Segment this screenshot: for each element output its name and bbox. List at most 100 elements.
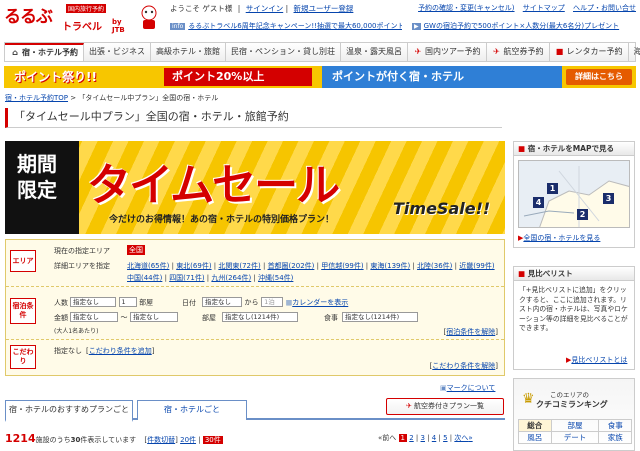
compare-title: ■ 見比べリスト (514, 267, 634, 281)
count-20-link[interactable]: 20件 (180, 436, 196, 444)
result-count: 1214施設のうち30件表示しています [件数切替] 20件 | 30件 (5, 432, 223, 445)
page-5[interactable]: 5 (443, 434, 447, 442)
help-link[interactable]: ヘルプ・お問い合せ (573, 4, 636, 12)
mark-about-link[interactable]: マークについて (447, 384, 496, 392)
area-kyushu[interactable]: 九州(264件) (211, 274, 251, 282)
area-chugoku[interactable]: 中国(44件) (127, 274, 162, 282)
area-shutoken[interactable]: 首都圏(202件) (268, 262, 315, 270)
promo-banner[interactable]: ポイント祭り!! ポイント20%以上 ポイントが付く宿・ホテル 詳細はこちら (4, 66, 636, 88)
per-adult-note: (大人1名あたり) (54, 328, 99, 335)
kodawari-add-link[interactable]: こだわり条件を追加 (89, 347, 152, 355)
header: るるぶ 国内旅行予約 トラベル by JTB ようこそ ゲスト様 | サインイン… (0, 0, 640, 40)
logo-text: るるぶ (4, 7, 53, 27)
rank-table: 総合 部屋 食事 風呂 デート 家族 (518, 419, 632, 444)
rank-room[interactable]: 部屋 (550, 419, 600, 432)
plane-icon: ✈ (405, 402, 412, 410)
area-shikoku[interactable]: 四国(71件) (169, 274, 204, 282)
info-link-2[interactable]: GWの宿泊予約で500ポイント×人数分(最大6名分)プレゼント (424, 22, 620, 30)
compare-text: 「+見比べリストに追加」をクリックすると、ここに追加されます。リスト内の宿・ホテ… (519, 286, 628, 332)
area-map[interactable]: 1 4 2 3 (518, 160, 630, 228)
area-tokai[interactable]: 東海(139件) (370, 262, 410, 270)
info-notice-2[interactable]: ▶ GWの宿泊予約で500ポイント×人数分(最大6名分)プレゼント (412, 21, 636, 33)
area-kinki[interactable]: 近畿(99件) (459, 262, 494, 270)
compare-about-link[interactable]: 見比べリストとは (571, 356, 627, 364)
breadcrumb-home[interactable]: 宿・ホテル予約TOP (5, 94, 68, 102)
tour-icon: ✈ (414, 47, 422, 56)
banner-detail-button[interactable]: 詳細はこちら (566, 69, 632, 85)
info-link-1[interactable]: るるぶトラベル6周年記念キャンペーン!!抽選で最大60,000ポイントなど (188, 22, 402, 30)
tab-by-hotel[interactable]: 宿・ホテルごと (137, 400, 247, 420)
info-badge: info (170, 23, 186, 30)
area-hokuriku[interactable]: 北陸(36件) (417, 262, 452, 270)
tab-by-plan[interactable]: 宿・ホテルのおすすめプランごと (5, 400, 133, 422)
clear-kodawari-link[interactable]: こだわり条件を解除 (432, 362, 495, 370)
meal-label: 食事 (324, 314, 338, 322)
area-okinawa[interactable]: 沖縄(54件) (258, 274, 293, 282)
meal-select[interactable]: 指定なし(1214件) (342, 312, 418, 322)
result-shown: 30 (70, 436, 81, 444)
room-select[interactable]: 指定なし(1214件) (222, 312, 298, 322)
next-link[interactable]: 次へ» (454, 434, 472, 442)
page-1: 1 (398, 434, 407, 442)
kodawari-current: 指定なし (54, 347, 82, 355)
tab-luxury[interactable]: 高級ホテル・旅館 (151, 43, 226, 61)
area-current-label: 現在の指定エリア (54, 247, 110, 255)
banner-points-hotels: ポイントが付く宿・ホテル (322, 66, 562, 88)
room-label: 部屋 (202, 314, 216, 322)
home-icon: ⌂ (12, 48, 18, 57)
area-tohoku[interactable]: 東北(69件) (176, 262, 211, 270)
map-icon: ■ (518, 144, 526, 153)
area-kitakanto[interactable]: 北関東(72件) (218, 262, 260, 270)
sitemap-link[interactable]: サイトマップ (523, 4, 565, 12)
result-total: 1214 (5, 432, 36, 445)
rank-bath[interactable]: 風呂 (518, 431, 552, 444)
area-label: エリア (10, 250, 36, 272)
info-notice-1[interactable]: info るるぶトラベル6周年記念キャンペーン!!抽選で最大60,000ポイントな… (170, 21, 402, 33)
reservation-link[interactable]: 予約の確認・変更(キャンセル) (418, 4, 514, 12)
site-logo[interactable]: るるぶ 国内旅行予約 トラベル by JTB (4, 2, 134, 36)
area-koshinetsu[interactable]: 甲信越(99件) (321, 262, 363, 270)
register-link[interactable]: 新規ユーザー登録 (294, 4, 354, 13)
price-min-select[interactable]: 指定なし (70, 312, 118, 322)
tab-business[interactable]: 出張・ビジネス (84, 43, 151, 61)
map-title: ■ 宿・ホテルをMAPで見る (514, 142, 634, 156)
map-pin-4[interactable]: 4 (533, 197, 544, 208)
breadcrumb: 宿・ホテル予約TOP > 「タイムセール中プラン」全国の宿・ホテル (5, 94, 219, 102)
map-pin-2[interactable]: 2 (577, 209, 588, 220)
tab-tour[interactable]: ✈ 国内ツアー予約 (408, 43, 487, 61)
calendar-link[interactable]: カレンダーを表示 (292, 299, 348, 307)
price-max-select[interactable]: 指定なし (130, 312, 179, 322)
map-pin-3[interactable]: 3 (603, 193, 614, 204)
mascot-icon (138, 3, 160, 31)
page-2[interactable]: 2 (409, 434, 413, 442)
people-select[interactable]: 指定なし (70, 297, 116, 307)
rank-overall[interactable]: 総合 (518, 419, 552, 432)
clear-conditions-link[interactable]: 宿泊条件を解除 (446, 328, 495, 336)
people-label: 人数 (54, 299, 68, 307)
tab-air[interactable]: ✈ 航空券予約 (487, 43, 550, 61)
rank-date[interactable]: デート (550, 431, 600, 444)
map-all-link[interactable]: 全国の宿・ホテルを見る (523, 234, 600, 242)
tab-rentacar[interactable]: ■ レンタカー予約 (550, 43, 629, 61)
area-hokkaido[interactable]: 北海道(65件) (127, 262, 169, 270)
prev-link[interactable]: «前へ (378, 434, 396, 442)
page-3[interactable]: 3 (421, 434, 425, 442)
rooms-select[interactable]: 1 (118, 297, 137, 307)
hero-english: TimeSale!! (393, 199, 491, 218)
area-list-1: 北海道(65件) | 東北(69件) | 北関東(72件) | 首都圏(202件… (127, 262, 495, 270)
rank-meal[interactable]: 食事 (598, 419, 632, 432)
flight-plan-button[interactable]: ✈ 航空券付きプラン一覧 (386, 398, 504, 415)
tab-minshuku[interactable]: 民宿・ペンション・貸し別荘 (226, 43, 341, 61)
switch-count-link[interactable]: 件数切替 (147, 436, 175, 444)
rank-family[interactable]: 家族 (598, 431, 632, 444)
date-select[interactable]: 指定なし (202, 297, 242, 307)
signin-link[interactable]: サインイン (246, 4, 284, 13)
tab-hotel[interactable]: ⌂ 宿・ホテル予約 (5, 43, 84, 61)
banner-points-20: ポイント20%以上 (164, 68, 312, 86)
page-4[interactable]: 4 (432, 434, 436, 442)
area-list-2: 中国(44件) | 四国(71件) | 九州(264件) | 沖縄(54件) (127, 274, 294, 282)
tab-onsen[interactable]: 温泉・露天風呂 (341, 43, 408, 61)
main-nav: ⌂ 宿・ホテル予約 出張・ビジネス 高級ホテル・旅館 民宿・ペンション・貸し別荘 … (4, 42, 640, 62)
tab-overseas[interactable]: 海外 (629, 43, 640, 61)
nights-select[interactable]: 1泊 (261, 297, 284, 307)
